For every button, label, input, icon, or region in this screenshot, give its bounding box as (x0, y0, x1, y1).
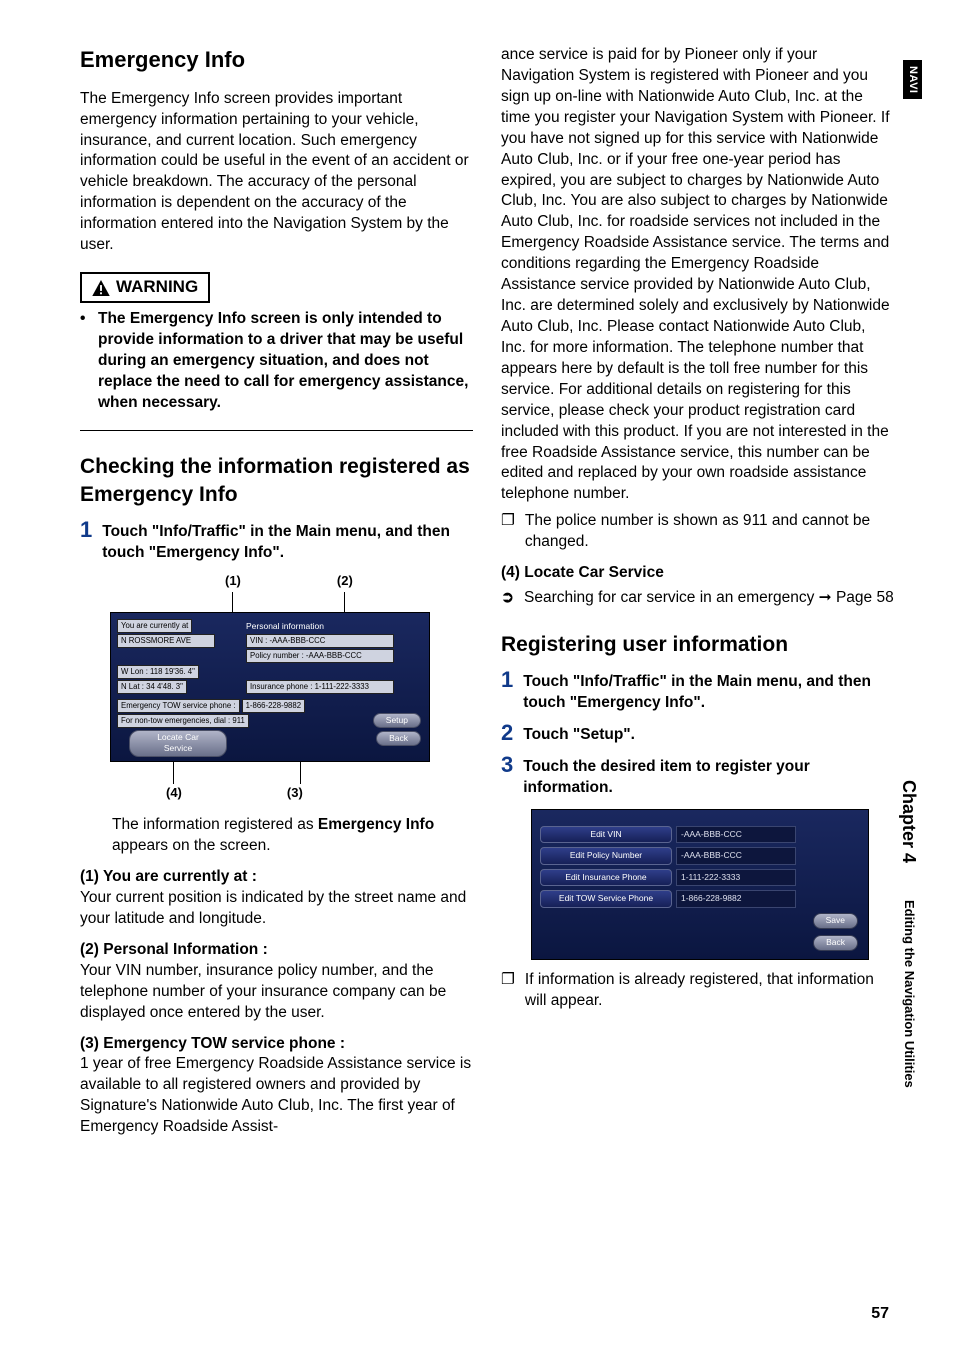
after-figure-text: The information registered as Emergency … (112, 815, 473, 857)
intro-paragraph: The Emergency Info screen provides impor… (80, 89, 473, 256)
section-1-heading: (1) You are currently at : (80, 867, 473, 888)
section-2-heading: (2) Personal Information : (80, 940, 473, 961)
vin-value: -AAA-BBB-CCC (676, 826, 796, 843)
screen-currently-at: You are currently at (117, 619, 192, 634)
note-marker-icon: ❐ (501, 511, 515, 553)
edit-insurance-phone-button[interactable]: Edit Insurance Phone (540, 869, 672, 886)
screen-nlat: N Lat : 34 4'48. 3" (117, 680, 187, 695)
screen-wlon: W Lon : 118 19'36. 4" (117, 665, 199, 680)
step-1-text: Touch "Info/Traffic" in the Main menu, a… (102, 519, 473, 564)
heading-registering-user-info: Registering user information (501, 631, 894, 659)
side-subtitle: Editing the Navigation Utilities (900, 900, 918, 1088)
callout-1: (1) (225, 572, 241, 590)
section-3-heading: (3) Emergency TOW service phone : (80, 1034, 473, 1055)
screen-policy: Policy number : -AAA-BBB-CCC (246, 649, 394, 664)
section-1-text: Your current position is indicated by th… (80, 888, 473, 930)
continuation-text: ance service is paid for by Pioneer only… (501, 45, 894, 505)
reference-arrow-icon: ➲ (501, 588, 514, 609)
r-step-3-text: Touch the desired item to register your … (523, 754, 894, 799)
edit-policy-button[interactable]: Edit Policy Number (540, 847, 672, 864)
note-marker-icon-2: ❐ (501, 970, 515, 1012)
already-registered-note: If information is already registered, th… (525, 970, 894, 1012)
callout-4: (4) (166, 784, 182, 802)
police-number-note: The police number is shown as 911 and ca… (525, 511, 894, 553)
heading-emergency-info: Emergency Info (80, 45, 473, 75)
back-button-2[interactable]: Back (813, 935, 858, 950)
r-step-2-text: Touch "Setup". (523, 722, 635, 746)
insurance-phone-value: 1-111-222-3333 (676, 869, 796, 886)
r-step-number-1: 1 (501, 669, 513, 714)
screen-tow-label: Emergency TOW service phone : (117, 699, 240, 714)
save-button[interactable]: Save (813, 913, 858, 928)
r-step-number-2: 2 (501, 722, 513, 746)
section-2-text: Your VIN number, insurance policy number… (80, 961, 473, 1024)
edit-vin-button[interactable]: Edit VIN (540, 826, 672, 843)
warning-icon (92, 280, 110, 296)
section-4-text: Searching for car service in an emergenc… (524, 588, 894, 609)
warning-label: WARNING (116, 276, 198, 299)
callout-3: (3) (287, 784, 303, 802)
screen-vin: VIN : -AAA-BBB-CCC (246, 634, 394, 649)
side-chapter: Chapter 4 (897, 780, 921, 863)
figure-setup-screen: Edit VIN -AAA-BBB-CCC Edit Policy Number… (531, 809, 869, 960)
policy-value: -AAA-BBB-CCC (676, 847, 796, 864)
locate-car-service-button[interactable]: Locate Car Service (129, 730, 227, 757)
section-4-heading: (4) Locate Car Service (501, 563, 894, 584)
warning-text: The Emergency Info screen is only intend… (98, 309, 473, 414)
figure-emergency-info-screen: (1) (2) You are currently at N ROSSMORE … (110, 572, 430, 801)
setup-button[interactable]: Setup (373, 713, 421, 728)
r-step-1-text: Touch "Info/Traffic" in the Main menu, a… (523, 669, 894, 714)
warning-box: WARNING (80, 272, 210, 303)
side-tab-navi: NAVI (903, 60, 922, 99)
divider (80, 430, 473, 431)
page-number: 57 (871, 1303, 889, 1325)
edit-tow-phone-button[interactable]: Edit TOW Service Phone (540, 890, 672, 907)
section-3-text: 1 year of free Emergency Roadside Assist… (80, 1054, 473, 1138)
screen-street: N ROSSMORE AVE (117, 634, 215, 649)
screen-tow-number: 1-866-228-9882 (242, 699, 306, 714)
r-step-number-3: 3 (501, 754, 513, 799)
callout-2: (2) (337, 572, 353, 590)
heading-checking-info: Checking the information registered as E… (80, 453, 473, 510)
screen-insurance-phone: Insurance phone : 1-111-222-3333 (246, 680, 394, 695)
screen-personal-info-label: Personal information (246, 621, 324, 632)
tow-phone-value: 1-866-228-9882 (676, 890, 796, 907)
back-button[interactable]: Back (376, 731, 421, 746)
screen-nontow: For non-tow emergencies, dial : 911 (117, 714, 249, 729)
step-number-1: 1 (80, 519, 92, 564)
